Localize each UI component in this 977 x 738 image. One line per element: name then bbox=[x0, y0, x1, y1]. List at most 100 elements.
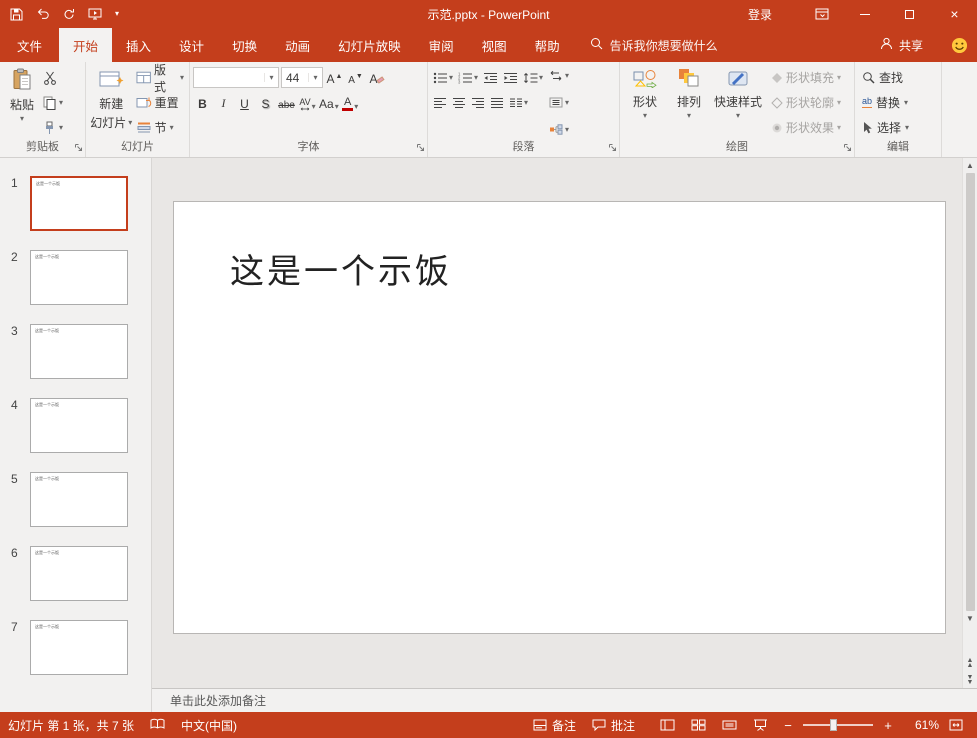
grow-font-button[interactable]: A▲ bbox=[325, 68, 344, 88]
notes-pane[interactable]: 单击此处添加备注 bbox=[152, 688, 977, 712]
previous-slide-button[interactable]: ▲▲ bbox=[967, 658, 974, 669]
language-indicator[interactable]: 中文(中国) bbox=[181, 717, 237, 734]
slide-counter[interactable]: 幻灯片 第 1 张，共 7 张 bbox=[8, 717, 134, 734]
undo-icon[interactable] bbox=[36, 8, 50, 20]
slideshow-view-icon[interactable] bbox=[750, 712, 771, 738]
shapes-button[interactable]: 形状 ▾ bbox=[623, 65, 667, 140]
layout-button[interactable]: 版式▾ bbox=[134, 67, 186, 88]
thumbnail-box[interactable]: 这是一个示饭 bbox=[30, 620, 128, 675]
align-text-button[interactable]: ▾ bbox=[549, 95, 569, 110]
justify-button[interactable] bbox=[490, 97, 504, 109]
strikethrough-button[interactable]: abe bbox=[277, 93, 296, 113]
character-spacing-button[interactable]: AV▾ bbox=[298, 93, 317, 113]
font-name-combo[interactable]: ▾ bbox=[193, 67, 279, 88]
spell-check-icon[interactable] bbox=[150, 718, 165, 733]
arrange-button[interactable]: 排列 ▾ bbox=[667, 65, 711, 140]
normal-view-icon[interactable] bbox=[657, 712, 678, 738]
scroll-down-icon[interactable]: ▼ bbox=[966, 612, 974, 625]
tab-insert[interactable]: 插入 bbox=[112, 28, 165, 62]
fit-slide-to-window-icon[interactable] bbox=[943, 712, 969, 738]
slide-title-text[interactable]: 这是一个示饭 bbox=[230, 244, 452, 293]
shape-fill-button[interactable]: 形状填充▾ bbox=[771, 68, 841, 87]
numbering-button[interactable]: 123▾ bbox=[458, 72, 478, 84]
thumbnail-slide-3[interactable]: 3这是一个示饭 bbox=[0, 324, 151, 379]
font-dialog-launcher-icon[interactable] bbox=[416, 141, 425, 155]
minimize-button[interactable] bbox=[842, 0, 887, 28]
reset-button[interactable]: 重置 bbox=[134, 92, 186, 113]
thumbnail-slide-1[interactable]: 1这是一个示饭 bbox=[0, 176, 151, 231]
vertical-scrollbar[interactable]: ▲ ▼ ▲▲ ▼▼ bbox=[962, 158, 977, 688]
tab-review[interactable]: 审阅 bbox=[415, 28, 468, 62]
comments-toggle-button[interactable]: 批注 bbox=[584, 712, 643, 738]
quick-styles-button[interactable]: 快速样式 ▾ bbox=[711, 65, 765, 140]
cut-button[interactable] bbox=[41, 67, 65, 88]
align-left-button[interactable] bbox=[433, 97, 447, 109]
find-button[interactable]: 查找 bbox=[862, 68, 909, 87]
tab-home[interactable]: 开始 bbox=[59, 28, 112, 62]
tab-slideshow[interactable]: 幻灯片放映 bbox=[324, 28, 415, 62]
shrink-font-button[interactable]: A▼ bbox=[346, 68, 365, 88]
clear-formatting-button[interactable]: A bbox=[367, 68, 386, 88]
zoom-in-button[interactable]: + bbox=[881, 718, 895, 733]
format-painter-button[interactable]: ▾ bbox=[41, 117, 65, 138]
thumbnail-box[interactable]: 这是一个示饭 bbox=[30, 324, 128, 379]
thumbnail-box[interactable]: 这是一个示饭 bbox=[30, 546, 128, 601]
tab-animations[interactable]: 动画 bbox=[271, 28, 324, 62]
zoom-slider-thumb[interactable] bbox=[830, 719, 837, 731]
thumbnail-box[interactable]: 这是一个示饭 bbox=[30, 398, 128, 453]
thumbnail-box[interactable]: 这是一个示饭 bbox=[30, 176, 128, 231]
convert-smartart-button[interactable]: ▾ bbox=[549, 122, 569, 137]
bold-button[interactable]: B bbox=[193, 93, 212, 113]
copy-button[interactable]: ▾ bbox=[41, 92, 65, 113]
slide-sorter-view-icon[interactable] bbox=[688, 712, 709, 738]
underline-button[interactable]: U bbox=[235, 93, 254, 113]
line-spacing-button[interactable]: ▾ bbox=[523, 72, 543, 84]
thumbnail-box[interactable]: 这是一个示饭 bbox=[30, 250, 128, 305]
scrollbar-thumb[interactable] bbox=[966, 173, 975, 611]
paragraph-dialog-launcher-icon[interactable] bbox=[608, 141, 617, 155]
maximize-button[interactable] bbox=[887, 0, 932, 28]
sign-in-button[interactable]: 登录 bbox=[748, 6, 772, 23]
reading-view-icon[interactable] bbox=[719, 712, 740, 738]
shape-effects-button[interactable]: 形状效果▾ bbox=[771, 118, 841, 137]
thumbnail-slide-5[interactable]: 5这是一个示饭 bbox=[0, 472, 151, 527]
start-slideshow-icon[interactable] bbox=[88, 8, 102, 20]
scroll-up-icon[interactable]: ▲ bbox=[966, 159, 974, 172]
text-direction-button[interactable]: ▾ bbox=[549, 68, 569, 83]
section-button[interactable]: 节▾ bbox=[134, 117, 186, 138]
tell-me-search[interactable]: 告诉我你想要做什么 bbox=[590, 28, 718, 62]
new-slide-button[interactable]: 新建 幻灯片▾ bbox=[89, 65, 134, 140]
replace-button[interactable]: ab替换▾ bbox=[862, 93, 909, 112]
italic-button[interactable]: I bbox=[214, 93, 233, 113]
feedback-smiley-icon[interactable] bbox=[951, 28, 968, 62]
zoom-slider[interactable] bbox=[803, 724, 873, 726]
tab-help[interactable]: 帮助 bbox=[521, 28, 574, 62]
notes-toggle-button[interactable]: 备注 bbox=[525, 712, 584, 738]
zoom-percentage[interactable]: 61% bbox=[903, 718, 939, 732]
change-case-button[interactable]: Aa▾ bbox=[319, 93, 339, 113]
next-slide-button[interactable]: ▼▼ bbox=[967, 675, 974, 686]
tab-design[interactable]: 设计 bbox=[165, 28, 218, 62]
font-size-combo[interactable]: 44▾ bbox=[281, 67, 323, 88]
slide[interactable]: 这是一个示饭 bbox=[173, 201, 946, 634]
bullets-button[interactable]: ▾ bbox=[433, 72, 453, 84]
columns-button[interactable]: ▾ bbox=[509, 97, 528, 109]
paste-button[interactable]: 粘贴 ▾ bbox=[3, 65, 41, 140]
align-right-button[interactable] bbox=[471, 97, 485, 109]
qat-customize-icon[interactable]: ▾ bbox=[115, 10, 119, 18]
notes-placeholder[interactable]: 单击此处添加备注 bbox=[170, 692, 266, 709]
redo-icon[interactable] bbox=[63, 8, 75, 20]
close-button[interactable]: × bbox=[932, 0, 977, 28]
drawing-dialog-launcher-icon[interactable] bbox=[843, 141, 852, 155]
share-button[interactable]: 共享 bbox=[880, 28, 923, 62]
select-button[interactable]: 选择▾ bbox=[862, 118, 909, 137]
font-color-button[interactable]: A▾ bbox=[341, 93, 360, 113]
ribbon-display-options-icon[interactable] bbox=[802, 0, 842, 28]
thumbnail-slide-7[interactable]: 7这是一个示饭 bbox=[0, 620, 151, 675]
increase-indent-button[interactable] bbox=[503, 72, 518, 84]
shape-outline-button[interactable]: 形状轮廓▾ bbox=[771, 93, 841, 112]
thumbnail-box[interactable]: 这是一个示饭 bbox=[30, 472, 128, 527]
clipboard-dialog-launcher-icon[interactable] bbox=[74, 141, 83, 155]
tab-transitions[interactable]: 切换 bbox=[218, 28, 271, 62]
thumbnail-slide-4[interactable]: 4这是一个示饭 bbox=[0, 398, 151, 453]
